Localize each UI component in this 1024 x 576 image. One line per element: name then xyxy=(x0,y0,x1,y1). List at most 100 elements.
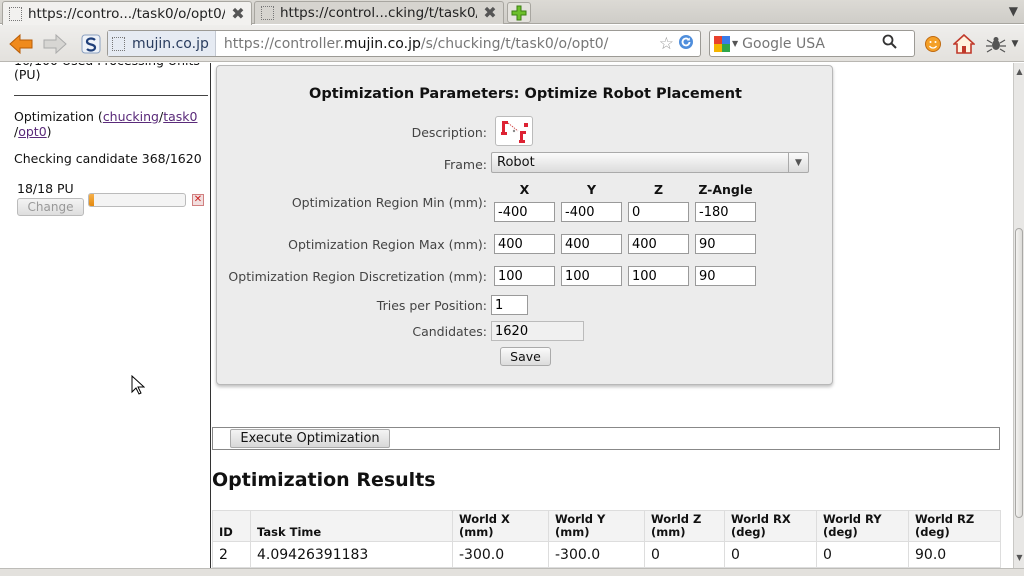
close-icon[interactable]: ✖ xyxy=(231,5,245,21)
cell-world-ry: 0 xyxy=(816,541,909,568)
region-min-z-input[interactable] xyxy=(628,202,689,222)
header-world-x[interactable]: World X (mm) xyxy=(452,510,549,542)
google-logo-icon xyxy=(714,35,730,52)
close-icon[interactable]: ✖ xyxy=(483,5,497,21)
link-opt0[interactable]: opt0 xyxy=(18,124,46,139)
header-world-y[interactable]: World Y (mm) xyxy=(548,510,645,542)
region-min-label: Optimization Region Min (mm): xyxy=(291,195,487,210)
sidebar: 16/100 Used Processing Units (PU) Optimi… xyxy=(0,63,211,568)
scroll-up-icon[interactable]: ▲ xyxy=(1015,67,1024,77)
forward-button[interactable] xyxy=(42,31,68,57)
reload-icon[interactable] xyxy=(678,34,694,54)
url-text[interactable]: https://controller.mujin.co.jp/s/chuckin… xyxy=(216,36,659,52)
change-button[interactable]: Change xyxy=(17,198,84,216)
discretization-z-input[interactable] xyxy=(628,266,689,286)
frame-select[interactable]: Robot ▼ xyxy=(491,152,809,173)
results-title: Optimization Results xyxy=(212,469,436,491)
chevron-down-icon[interactable]: ▼ xyxy=(1008,33,1022,55)
frame-selected-value: Robot xyxy=(497,155,535,170)
header-world-rx[interactable]: World RX (deg) xyxy=(724,510,817,542)
link-task0[interactable]: task0 xyxy=(163,109,197,124)
search-engine-selector[interactable]: ▼ xyxy=(710,35,742,52)
new-tab-button[interactable] xyxy=(507,2,531,23)
region-min-y-input[interactable] xyxy=(561,202,622,222)
results-table: ID Task Time World X (mm) World Y (mm) W… xyxy=(212,510,1001,568)
extension-s-button[interactable] xyxy=(78,31,104,57)
s-logo-icon xyxy=(81,34,101,54)
discretization-z-angle-input[interactable] xyxy=(695,266,756,286)
home-icon[interactable] xyxy=(953,33,975,55)
site-identity[interactable]: mujin.co.jp xyxy=(108,31,216,56)
back-button[interactable] xyxy=(8,31,34,57)
cell-task-time: 4.09426391183 xyxy=(250,541,453,568)
cell-world-rx: 0 xyxy=(724,541,817,568)
region-max-x-input[interactable] xyxy=(494,234,555,254)
description-label: Description: xyxy=(411,125,487,140)
region-max-label: Optimization Region Max (mm): xyxy=(288,237,487,252)
column-header-z: Z xyxy=(653,182,664,197)
tab-opt0[interactable]: https://contro.../task0/o/opt0/ ✖ xyxy=(2,1,252,25)
search-input[interactable] xyxy=(742,35,883,52)
header-world-z[interactable]: World Z (mm) xyxy=(644,510,725,542)
discretization-y-input[interactable] xyxy=(561,266,622,286)
smiley-addon-icon[interactable] xyxy=(922,33,944,55)
region-min-x-input[interactable] xyxy=(494,202,555,222)
region-max-z-angle-input[interactable] xyxy=(695,234,756,254)
header-task-time[interactable]: Task Time xyxy=(250,510,453,542)
bug-addon-icon[interactable] xyxy=(985,33,1007,55)
cell-world-x: -300.0 xyxy=(452,541,549,568)
tab-label: https://control...cking/t/task0/ xyxy=(280,5,477,21)
page-icon xyxy=(9,6,22,21)
cell-id: 2 xyxy=(212,541,251,568)
cell-world-rz: 90.0 xyxy=(908,541,1001,568)
checking-candidate-status: Checking candidate 368/1620 xyxy=(14,151,202,166)
discretization-label: Optimization Region Discretization (mm): xyxy=(228,269,487,284)
magnifier-icon[interactable] xyxy=(882,34,897,53)
region-max-y-input[interactable] xyxy=(561,234,622,254)
sidebar-divider xyxy=(14,95,208,96)
chevron-down-icon: ▼ xyxy=(788,153,808,172)
tries-per-position-input[interactable] xyxy=(491,295,528,315)
link-chucking[interactable]: chucking xyxy=(103,109,159,124)
cell-world-z: 0 xyxy=(644,541,725,568)
candidates-field xyxy=(491,321,584,341)
header-id[interactable]: ID xyxy=(212,510,251,542)
cell-world-y: -300.0 xyxy=(548,541,645,568)
panel-title: Optimization Parameters: Optimize Robot … xyxy=(309,86,742,102)
url-prefix: https://controller. xyxy=(223,35,344,52)
optimization-parameters-panel: Optimization Parameters: Optimize Robot … xyxy=(216,65,833,385)
column-header-z-angle: Z-Angle xyxy=(698,182,753,197)
site-identity-label: mujin.co.jp xyxy=(132,35,209,52)
header-world-ry[interactable]: World RY (deg) xyxy=(816,510,909,542)
tab-task0[interactable]: https://control...cking/t/task0/ ✖ xyxy=(254,1,504,24)
header-world-rz[interactable]: World RZ (deg) xyxy=(908,510,1001,542)
tab-list-chevron-icon[interactable]: ▼ xyxy=(1009,4,1018,18)
pu-count: 18/18 PU xyxy=(17,181,74,196)
star-icon[interactable]: ☆ xyxy=(659,34,674,54)
breadcrumb-prefix: Optimization ( xyxy=(14,109,103,124)
page-icon xyxy=(112,36,125,51)
breadcrumb-suffix: ) xyxy=(46,124,52,139)
optimization-progress-bar xyxy=(88,193,186,207)
save-button[interactable]: Save xyxy=(500,347,551,366)
url-bar[interactable]: mujin.co.jp https://controller.mujin.co.… xyxy=(107,30,701,57)
region-max-z-input[interactable] xyxy=(628,234,689,254)
search-bar[interactable]: ▼ xyxy=(709,30,915,57)
url-path: /s/chucking/t/task0/o/opt0/ xyxy=(420,35,609,52)
chevron-down-icon: ▼ xyxy=(732,39,739,48)
scroll-down-icon[interactable]: ▼ xyxy=(1015,553,1024,563)
table-row[interactable]: 2 4.09426391183 -300.0 -300.0 0 0 0 90.0 xyxy=(212,541,1001,568)
candidates-label: Candidates: xyxy=(412,324,487,339)
discretization-x-input[interactable] xyxy=(494,266,555,286)
optimization-breadcrumb: Optimization (chucking/task0/opt0) xyxy=(14,109,204,139)
forward-arrow-icon xyxy=(43,33,67,55)
cancel-icon[interactable]: ✕ xyxy=(192,194,204,206)
page-scrollbar[interactable]: ▲ ▼ xyxy=(1013,63,1024,568)
status-bar xyxy=(0,568,1024,576)
tab-bar: https://contro.../task0/o/opt0/ ✖ https:… xyxy=(0,0,1024,25)
plus-icon xyxy=(511,5,527,20)
robot-placement-icon[interactable] xyxy=(495,116,533,146)
execute-optimization-button[interactable]: Execute Optimization xyxy=(230,429,390,448)
scroll-thumb[interactable] xyxy=(1015,228,1023,518)
region-min-z-angle-input[interactable] xyxy=(695,202,756,222)
